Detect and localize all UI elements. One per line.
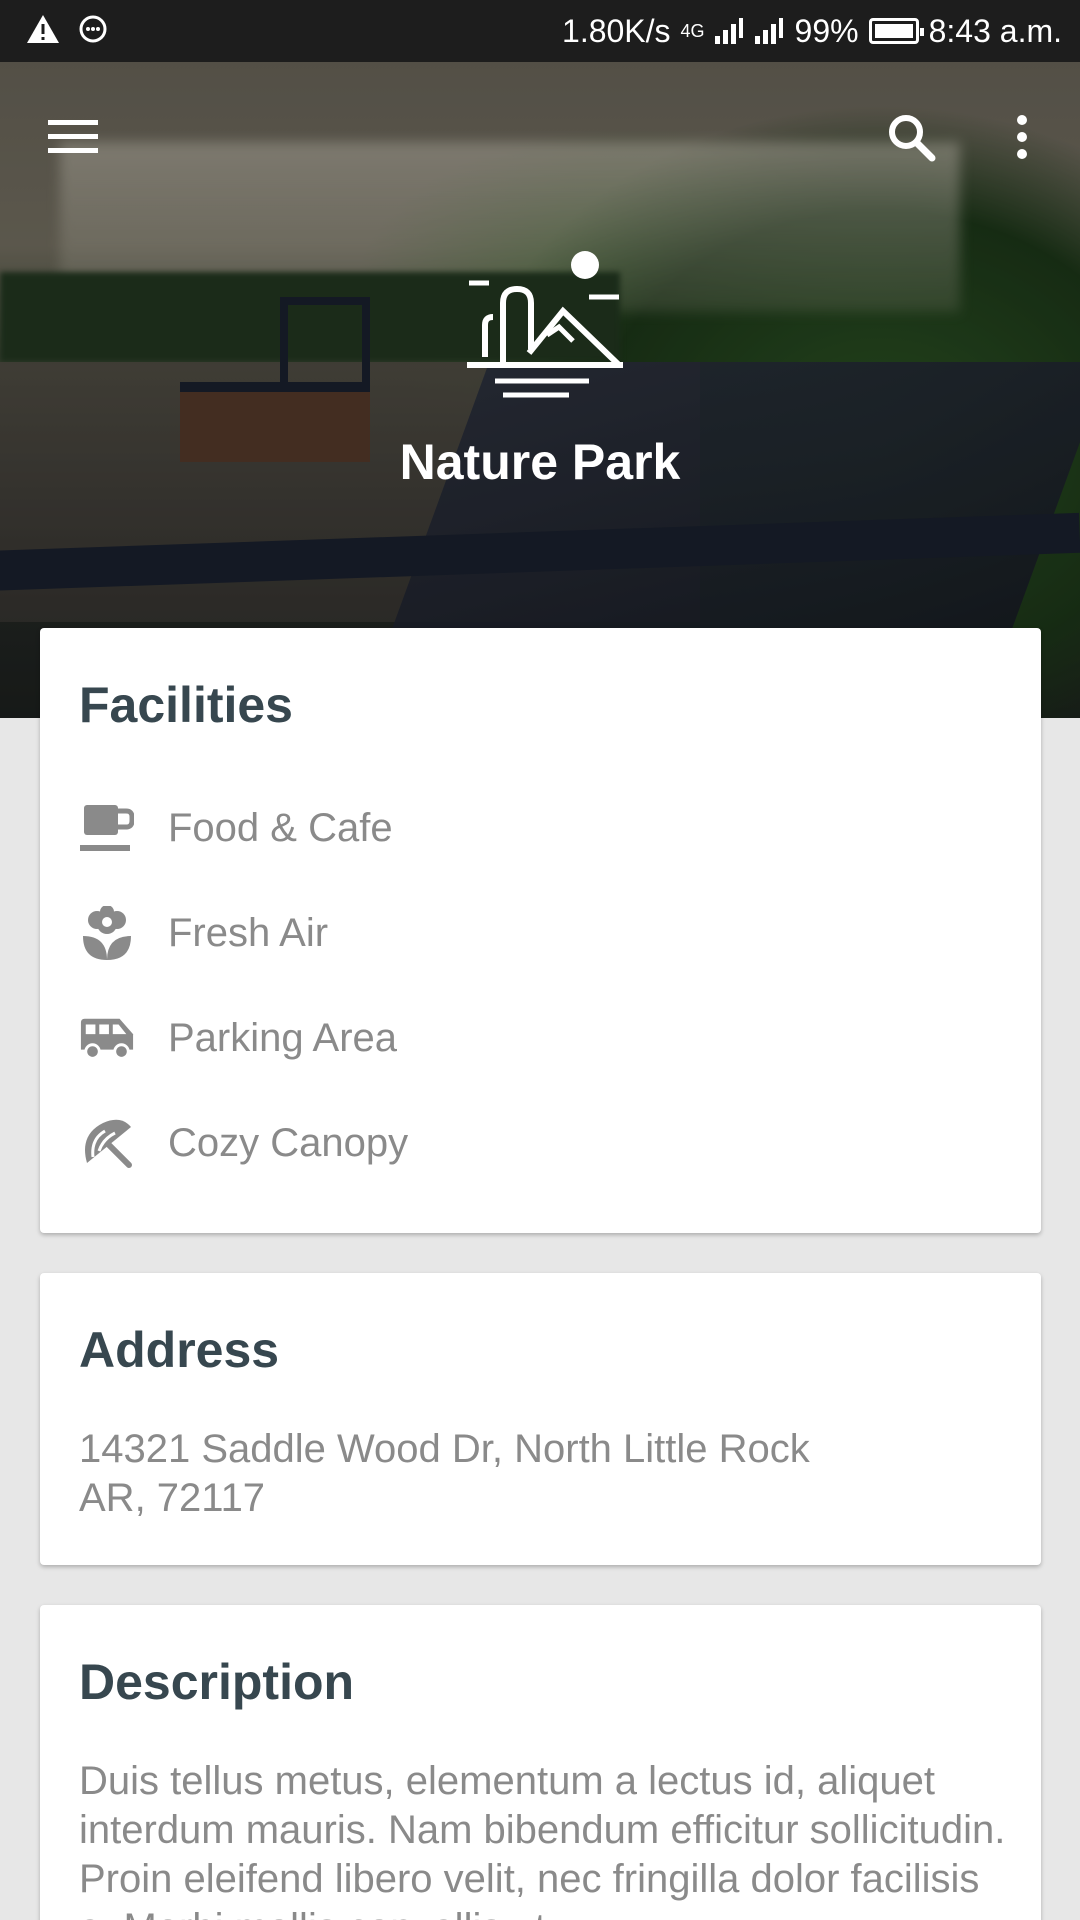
address-title: Address [79, 1322, 280, 1378]
warning-icon [27, 15, 59, 43]
clock: 8:43 a.m. [928, 12, 1062, 49]
signal-icon [714, 18, 743, 44]
cafe-icon [80, 805, 134, 851]
network-speed: 1.80K/s [562, 12, 671, 49]
flower-icon [83, 906, 131, 960]
facility-label: Cozy Canopy [168, 1120, 409, 1165]
facility-label: Fresh Air [168, 910, 329, 955]
facility-item: Fresh Air [79, 903, 328, 963]
address-card: Address 14321 Saddle Wood Dr, North Litt… [40, 1273, 1041, 1565]
battery-icon [868, 18, 924, 44]
umbrella-icon [85, 1119, 132, 1168]
facility-item: Parking Area [79, 1008, 397, 1068]
facilities-card: Facilities Food & Cafe Fresh Air Parking… [40, 628, 1041, 1233]
search-icon[interactable] [886, 112, 936, 162]
address-line-1: 14321 Saddle Wood Dr, North Little Rock [79, 1427, 810, 1471]
page-title: Nature Park [399, 434, 681, 490]
park-landscape-icon [467, 251, 623, 398]
address-line-2: AR, 72117 [79, 1476, 266, 1520]
more-vert-icon[interactable] [1012, 114, 1032, 160]
signal-icon-2 [754, 18, 783, 44]
status-bar: 1.80K/s 4G 99% 8:43 a.m. [0, 0, 1080, 62]
facility-label: Food & Cafe [168, 805, 393, 850]
description-title: Description [79, 1654, 355, 1710]
description-text: Duis tellus metus, elementum a lectus id… [79, 1759, 1006, 1920]
facilities-title: Facilities [79, 677, 293, 733]
description-card: Description Duis tellus metus, elementum… [40, 1605, 1041, 1920]
facility-item: Cozy Canopy [79, 1113, 408, 1173]
network-type: 4G [680, 20, 705, 41]
facility-label: Parking Area [168, 1015, 398, 1060]
menu-icon[interactable] [48, 118, 98, 154]
battery-percent: 99% [794, 12, 859, 49]
facility-item: Food & Cafe [79, 798, 393, 858]
chat-icon [79, 15, 107, 43]
van-icon [80, 1018, 134, 1060]
